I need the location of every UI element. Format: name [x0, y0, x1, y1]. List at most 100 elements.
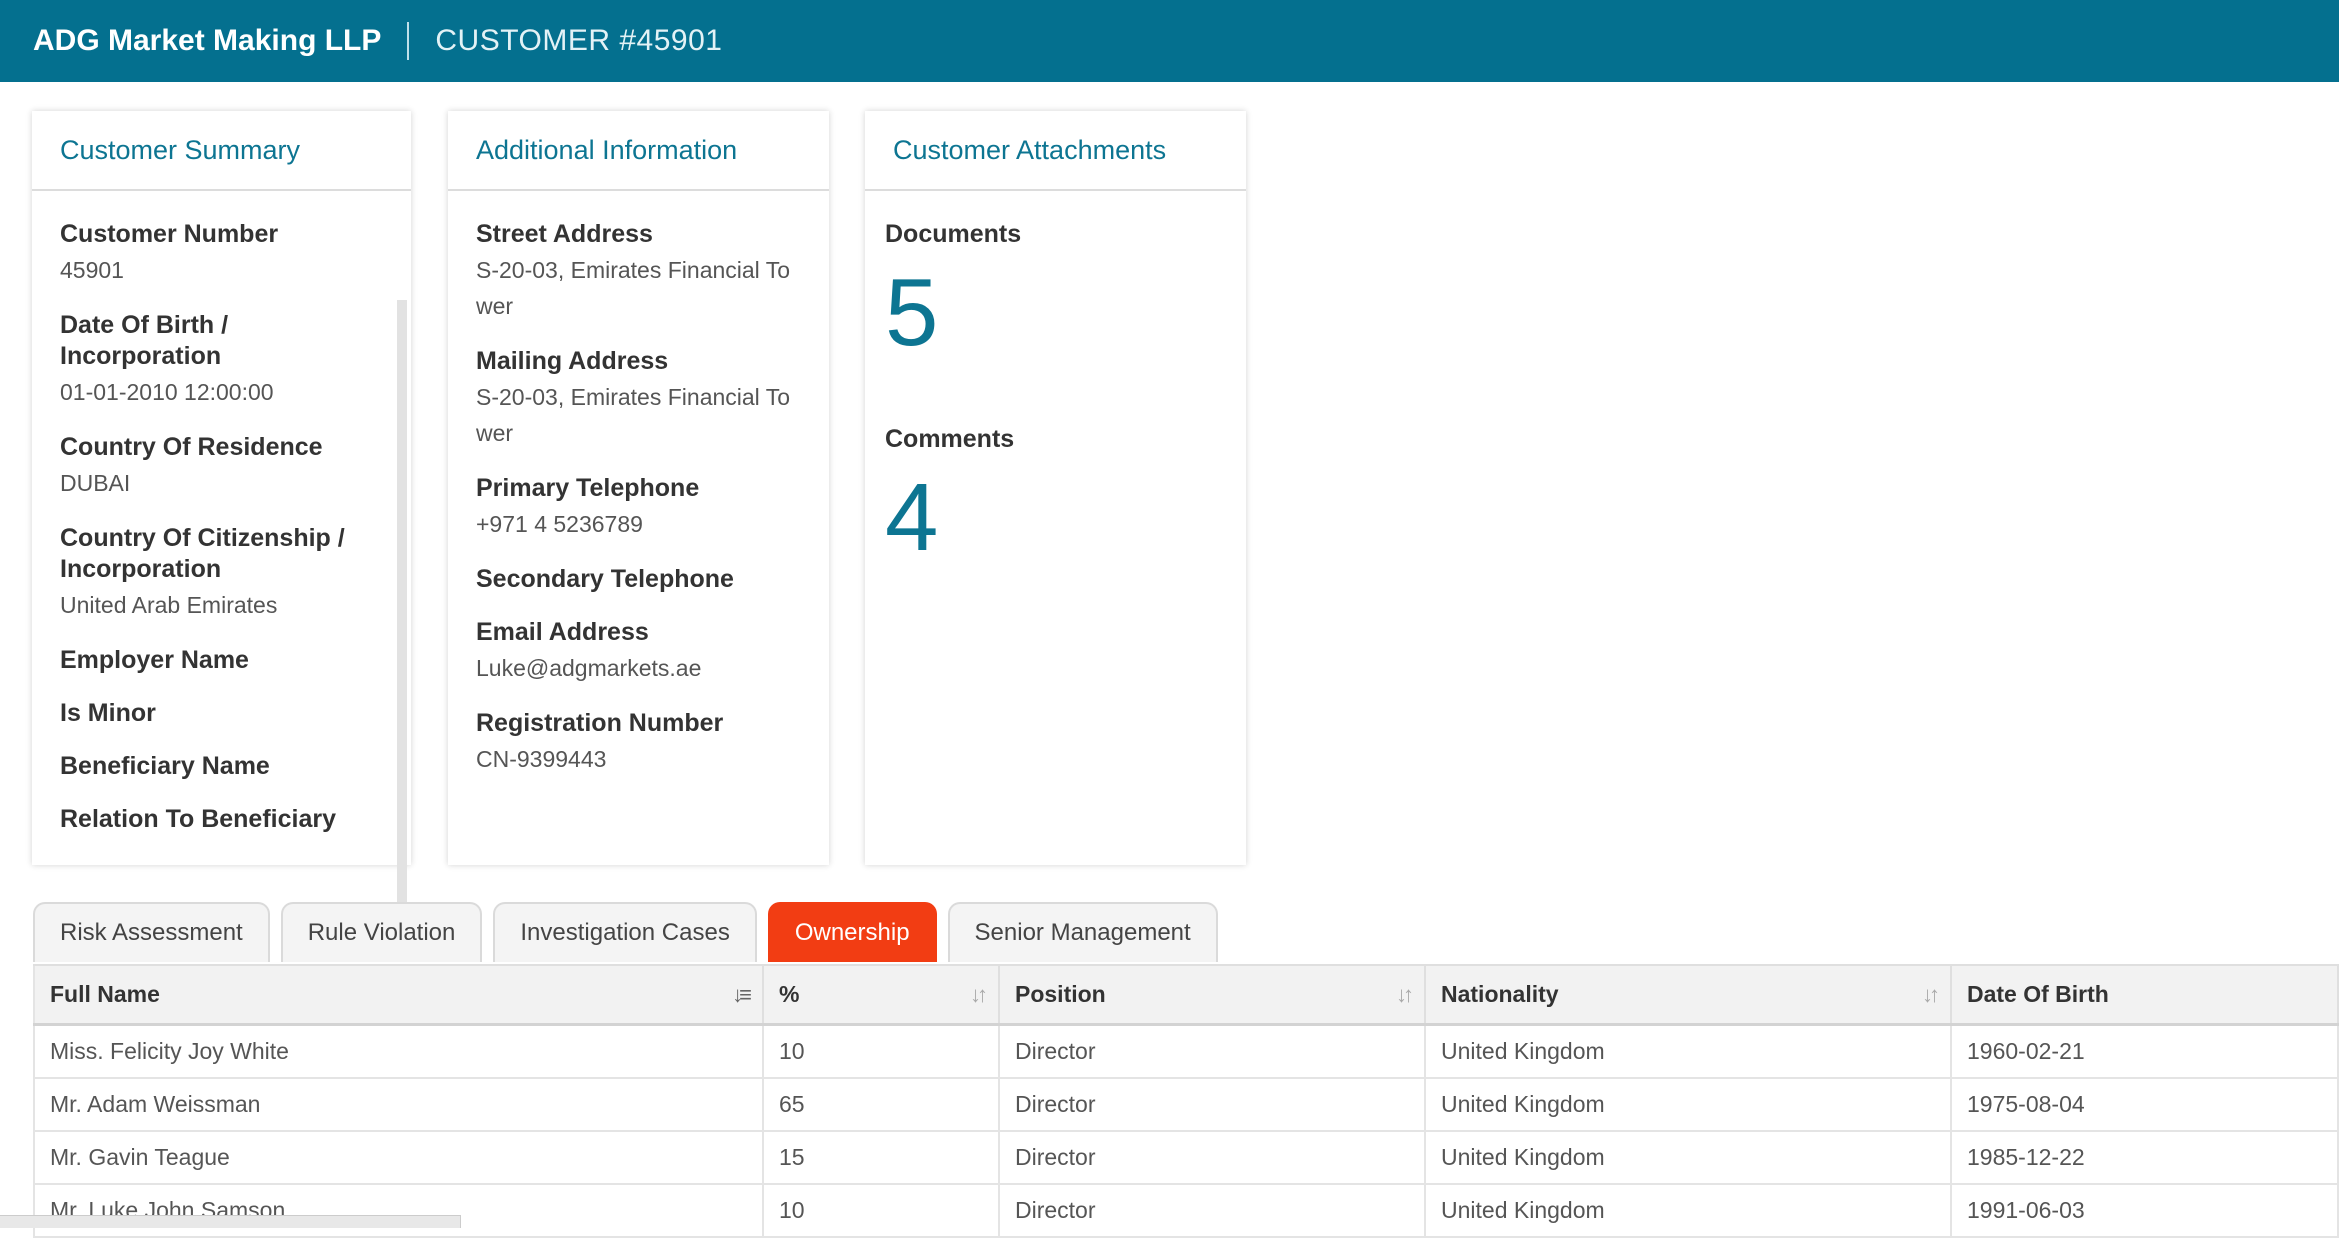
- ownership-table: Full Name ↓≡ % ↓↑ Position ↓↑ Nationalit…: [33, 964, 2339, 1238]
- cell-position: Director: [999, 1184, 1425, 1237]
- field-label: Beneficiary Name: [60, 751, 411, 782]
- additional-information-title: Additional Information: [448, 111, 829, 191]
- table-header-row: Full Name ↓≡ % ↓↑ Position ↓↑ Nationalit…: [34, 965, 2338, 1025]
- cell-percent: 10: [763, 1184, 999, 1237]
- field-is-minor: Is Minor: [60, 698, 411, 729]
- table-row[interactable]: Miss. Felicity Joy White 10 Director Uni…: [34, 1025, 2338, 1079]
- column-header-percent[interactable]: % ↓↑: [763, 965, 999, 1025]
- cell-date-of-birth: 1975-08-04: [1951, 1078, 2338, 1131]
- field-country-of-residence: Country Of Residence DUBAI: [60, 432, 411, 501]
- detail-tabs: Risk Assessment Rule Violation Investiga…: [33, 902, 1229, 964]
- comments-count[interactable]: 4: [885, 463, 1246, 573]
- customer-summary-body[interactable]: Customer Number 45901 Date Of Birth / In…: [32, 191, 411, 837]
- field-customer-number: Customer Number 45901: [60, 219, 411, 288]
- customer-attachments-title: Customer Attachments: [865, 111, 1246, 191]
- field-country-of-citizenship: Country Of Citizenship / Incorporation U…: [60, 523, 411, 623]
- field-label: Street Address: [476, 219, 829, 250]
- cell-date-of-birth: 1960-02-21: [1951, 1025, 2338, 1079]
- comments-label: Comments: [885, 424, 1246, 455]
- cell-nationality: United Kingdom: [1425, 1131, 1951, 1184]
- field-value: S-20-03, Emirates Financial Tower: [476, 252, 796, 324]
- additional-information-card: Additional Information Street Address S-…: [448, 111, 829, 865]
- field-label: Date Of Birth / Incorporation: [60, 310, 320, 372]
- column-label: Position: [1015, 981, 1106, 1007]
- field-registration-number: Registration Number CN-9399443: [476, 708, 829, 777]
- documents-label: Documents: [885, 219, 1246, 250]
- tab-risk-assessment[interactable]: Risk Assessment: [33, 902, 270, 962]
- column-header-position[interactable]: Position ↓↑: [999, 965, 1425, 1025]
- field-primary-telephone: Primary Telephone +971 4 5236789: [476, 473, 829, 542]
- field-label: Primary Telephone: [476, 473, 829, 504]
- field-relation-to-beneficiary: Relation To Beneficiary: [60, 804, 411, 835]
- field-mailing-address: Mailing Address S-20-03, Emirates Financ…: [476, 346, 829, 451]
- customer-summary-card: Customer Summary Customer Number 45901 D…: [32, 111, 411, 865]
- field-secondary-telephone: Secondary Telephone: [476, 564, 829, 595]
- sort-ascending-icon[interactable]: ↓≡: [732, 982, 748, 1008]
- cell-nationality: United Kingdom: [1425, 1025, 1951, 1079]
- field-email-address: Email Address Luke@adgmarkets.ae: [476, 617, 829, 686]
- cell-full-name: Mr. Adam Weissman: [34, 1078, 763, 1131]
- top-bar: ADG Market Making LLP CUSTOMER #45901: [0, 0, 2339, 82]
- field-value: Luke@adgmarkets.ae: [476, 650, 829, 686]
- column-header-nationality[interactable]: Nationality ↓↑: [1425, 965, 1951, 1025]
- tab-investigation-cases[interactable]: Investigation Cases: [493, 902, 756, 962]
- cell-date-of-birth: 1985-12-22: [1951, 1131, 2338, 1184]
- cell-percent: 15: [763, 1131, 999, 1184]
- brand-name: ADG Market Making LLP: [33, 24, 381, 58]
- field-label: Is Minor: [60, 698, 411, 729]
- field-label: Country Of Residence: [60, 432, 411, 463]
- field-label: Employer Name: [60, 645, 411, 676]
- field-street-address: Street Address S-20-03, Emirates Financi…: [476, 219, 829, 324]
- column-header-full-name[interactable]: Full Name ↓≡: [34, 965, 763, 1025]
- cell-full-name: Miss. Felicity Joy White: [34, 1025, 763, 1079]
- tab-ownership[interactable]: Ownership: [768, 902, 937, 962]
- column-label: Full Name: [50, 981, 160, 1007]
- field-label: Email Address: [476, 617, 829, 648]
- column-header-date-of-birth[interactable]: Date Of Birth: [1951, 965, 2338, 1025]
- cell-date-of-birth: 1991-06-03: [1951, 1184, 2338, 1237]
- field-label: Country Of Citizenship / Incorporation: [60, 523, 370, 585]
- tab-rule-violation[interactable]: Rule Violation: [281, 902, 483, 962]
- customer-attachments-card: Customer Attachments Documents 5 Comment…: [865, 111, 1246, 865]
- field-value: CN-9399443: [476, 741, 829, 777]
- cell-nationality: United Kingdom: [1425, 1078, 1951, 1131]
- customer-id: CUSTOMER #45901: [435, 24, 722, 58]
- sort-icon[interactable]: ↓↑: [970, 982, 984, 1008]
- summary-scrollbar[interactable]: [397, 300, 407, 930]
- field-label: Customer Number: [60, 219, 411, 250]
- table-row[interactable]: Mr. Gavin Teague 15 Director United King…: [34, 1131, 2338, 1184]
- field-value: S-20-03, Emirates Financial Tower: [476, 379, 796, 451]
- column-label: Date Of Birth: [1967, 981, 2109, 1007]
- field-employer-name: Employer Name: [60, 645, 411, 676]
- documents-count[interactable]: 5: [885, 258, 1246, 368]
- cell-position: Director: [999, 1025, 1425, 1079]
- field-value: 01-01-2010 12:00:00: [60, 374, 411, 410]
- header-divider: [407, 22, 409, 60]
- column-label: %: [779, 981, 799, 1007]
- cell-percent: 65: [763, 1078, 999, 1131]
- cell-full-name: Mr. Gavin Teague: [34, 1131, 763, 1184]
- customer-summary-title: Customer Summary: [32, 111, 411, 191]
- field-label: Secondary Telephone: [476, 564, 829, 595]
- field-label: Mailing Address: [476, 346, 829, 377]
- field-value: 45901: [60, 252, 411, 288]
- additional-information-body: Street Address S-20-03, Emirates Financi…: [448, 191, 829, 799]
- sort-icon[interactable]: ↓↑: [1922, 982, 1936, 1008]
- customer-attachments-body: Documents 5 Comments 4: [865, 191, 1246, 629]
- field-label: Relation To Beneficiary: [60, 804, 411, 835]
- column-label: Nationality: [1441, 981, 1559, 1007]
- field-value: United Arab Emirates: [60, 587, 411, 623]
- cell-position: Director: [999, 1131, 1425, 1184]
- cell-position: Director: [999, 1078, 1425, 1131]
- status-bar: [0, 1215, 461, 1228]
- sort-icon[interactable]: ↓↑: [1396, 982, 1410, 1008]
- table-row[interactable]: Mr. Adam Weissman 65 Director United Kin…: [34, 1078, 2338, 1131]
- field-value: +971 4 5236789: [476, 506, 829, 542]
- field-beneficiary-name: Beneficiary Name: [60, 751, 411, 782]
- field-date-of-birth: Date Of Birth / Incorporation 01-01-2010…: [60, 310, 411, 410]
- table-row[interactable]: Mr. Luke John Samson 10 Director United …: [34, 1184, 2338, 1237]
- field-value: DUBAI: [60, 465, 411, 501]
- cell-nationality: United Kingdom: [1425, 1184, 1951, 1237]
- tab-senior-management[interactable]: Senior Management: [948, 902, 1218, 962]
- cell-full-name: Mr. Luke John Samson: [34, 1184, 763, 1237]
